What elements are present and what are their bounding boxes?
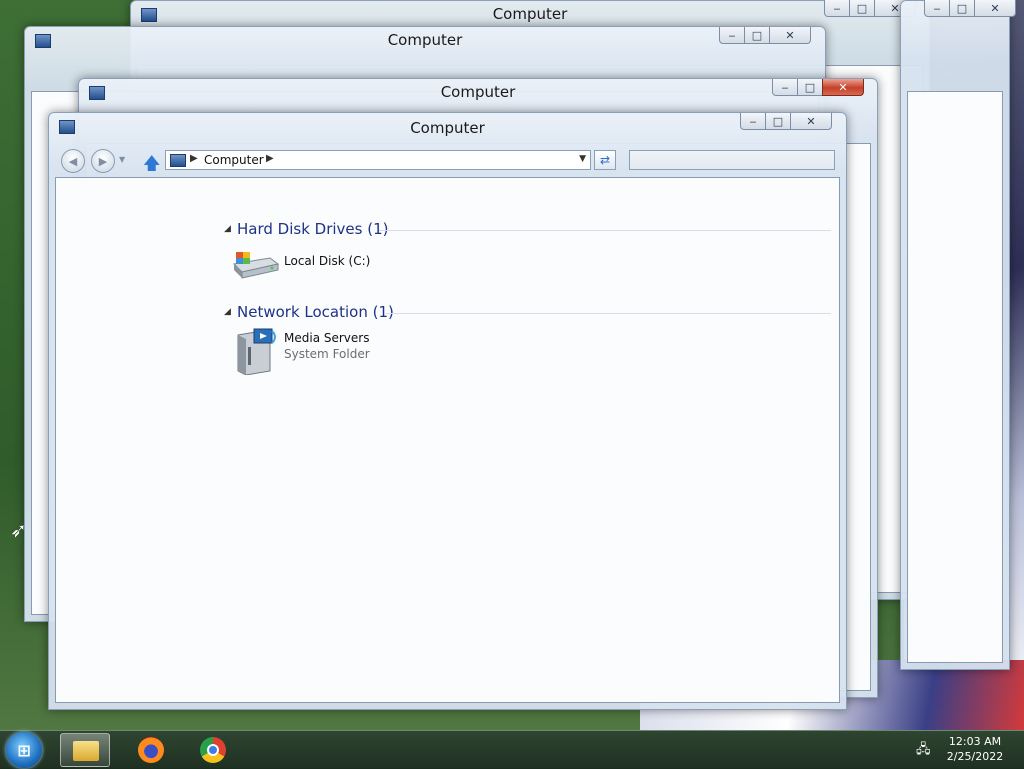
taskbar: ⊞ 🖧 12:03 AM 2/25/2022 bbox=[0, 730, 1024, 769]
firefox-icon bbox=[138, 737, 164, 763]
item-label: Local Disk (C:) bbox=[284, 254, 371, 268]
group-hard-disk-drives: ◢ Hard Disk Drives (1) Local Disk (C:) bbox=[224, 220, 831, 279]
windows-start-icon[interactable]: ⊞ bbox=[6, 732, 42, 768]
address-bar[interactable]: ▶ Computer ▶ ▼ bbox=[165, 150, 591, 170]
taskbar-chrome-button[interactable] bbox=[188, 733, 238, 767]
forward-arrow-icon: ▶ bbox=[98, 154, 108, 168]
chrome-icon bbox=[200, 737, 226, 763]
taskbar-firefox-button[interactable] bbox=[126, 733, 176, 767]
minimize-button[interactable]: ‒ bbox=[924, 0, 950, 17]
refresh-button[interactable]: ⇄ bbox=[594, 150, 616, 170]
minimize-button[interactable]: ‒ bbox=[719, 27, 745, 44]
mouse-cursor-busy-icon: ➶ bbox=[10, 518, 27, 542]
refresh-icon: ⇄ bbox=[599, 153, 611, 167]
window-title: Computer bbox=[387, 31, 463, 49]
computer-icon bbox=[170, 154, 186, 167]
clock-date: 2/25/2022 bbox=[946, 750, 1004, 763]
maximize-button[interactable]: □ bbox=[849, 0, 875, 17]
back-arrow-icon: ◀ bbox=[68, 154, 78, 168]
taskbar-clock[interactable]: 12:03 AM 2/25/2022 bbox=[940, 734, 1010, 764]
folder-icon bbox=[73, 741, 99, 761]
hard-drive-icon bbox=[232, 252, 280, 279]
search-input[interactable] bbox=[629, 150, 835, 170]
collapse-triangle-icon[interactable]: ◢ bbox=[224, 224, 231, 234]
maximize-button[interactable]: □ bbox=[744, 27, 770, 44]
close-button[interactable]: ✕ bbox=[790, 113, 832, 130]
group-network-location: ◢ Network Location (1) Media Servers Sys… bbox=[224, 303, 831, 375]
recent-pages-icon[interactable]: ▼ bbox=[119, 155, 125, 164]
network-item-media-servers[interactable]: Media Servers System Folder bbox=[234, 327, 394, 375]
group-title[interactable]: Network Location (1) bbox=[237, 303, 394, 321]
minimize-button[interactable]: ‒ bbox=[740, 113, 766, 130]
window-title: Computer bbox=[410, 119, 485, 137]
group-divider bbox=[379, 230, 831, 231]
up-arrow-icon[interactable]: 🡅 bbox=[143, 151, 160, 180]
network-tray-icon[interactable]: 🖧 bbox=[916, 740, 932, 757]
taskbar-explorer-button[interactable] bbox=[60, 733, 110, 767]
navigation-bar: ◀ ▶ ▼ 🡅 ▶ Computer ▶ ▼ ⇄ bbox=[61, 147, 836, 174]
clock-time: 12:03 AM bbox=[948, 735, 1002, 748]
minimize-button[interactable]: ‒ bbox=[772, 79, 798, 96]
breadcrumb-arrow-icon[interactable]: ▶ bbox=[190, 153, 198, 164]
breadcrumb-computer[interactable]: Computer bbox=[204, 153, 264, 167]
explorer-window-front[interactable]: Computer ‒ □ ✕ ◀ ▶ ▼ 🡅 ▶ Computer ▶ ▼ ⇄ … bbox=[48, 112, 847, 710]
maximize-button[interactable]: □ bbox=[765, 113, 791, 130]
breadcrumb-arrow-icon[interactable]: ▶ bbox=[266, 153, 274, 164]
explorer-window-back-right[interactable] bbox=[900, 0, 1010, 670]
group-title[interactable]: Hard Disk Drives (1) bbox=[237, 220, 388, 238]
media-server-icon bbox=[237, 328, 276, 375]
forward-button[interactable]: ▶ bbox=[91, 149, 115, 173]
address-dropdown-icon[interactable]: ▼ bbox=[579, 154, 586, 164]
group-divider bbox=[386, 313, 831, 314]
item-sublabel: System Folder bbox=[284, 347, 370, 361]
close-button[interactable]: ✕ bbox=[822, 79, 864, 96]
maximize-button[interactable]: □ bbox=[949, 0, 975, 17]
close-button[interactable]: ✕ bbox=[974, 0, 1016, 17]
window-title: Computer bbox=[440, 83, 516, 101]
drive-item-local-disk[interactable]: Local Disk (C:) bbox=[232, 248, 394, 288]
back-button[interactable]: ◀ bbox=[61, 149, 85, 173]
collapse-triangle-icon[interactable]: ◢ bbox=[224, 307, 231, 317]
maximize-button[interactable]: □ bbox=[797, 79, 823, 96]
content-pane: ◢ Hard Disk Drives (1) Local Disk (C:) ◢… bbox=[55, 177, 840, 703]
close-button[interactable]: ✕ bbox=[769, 27, 811, 44]
item-label: Media Servers bbox=[284, 331, 370, 345]
window-title: Computer bbox=[492, 5, 568, 23]
minimize-button[interactable]: ‒ bbox=[824, 0, 850, 17]
